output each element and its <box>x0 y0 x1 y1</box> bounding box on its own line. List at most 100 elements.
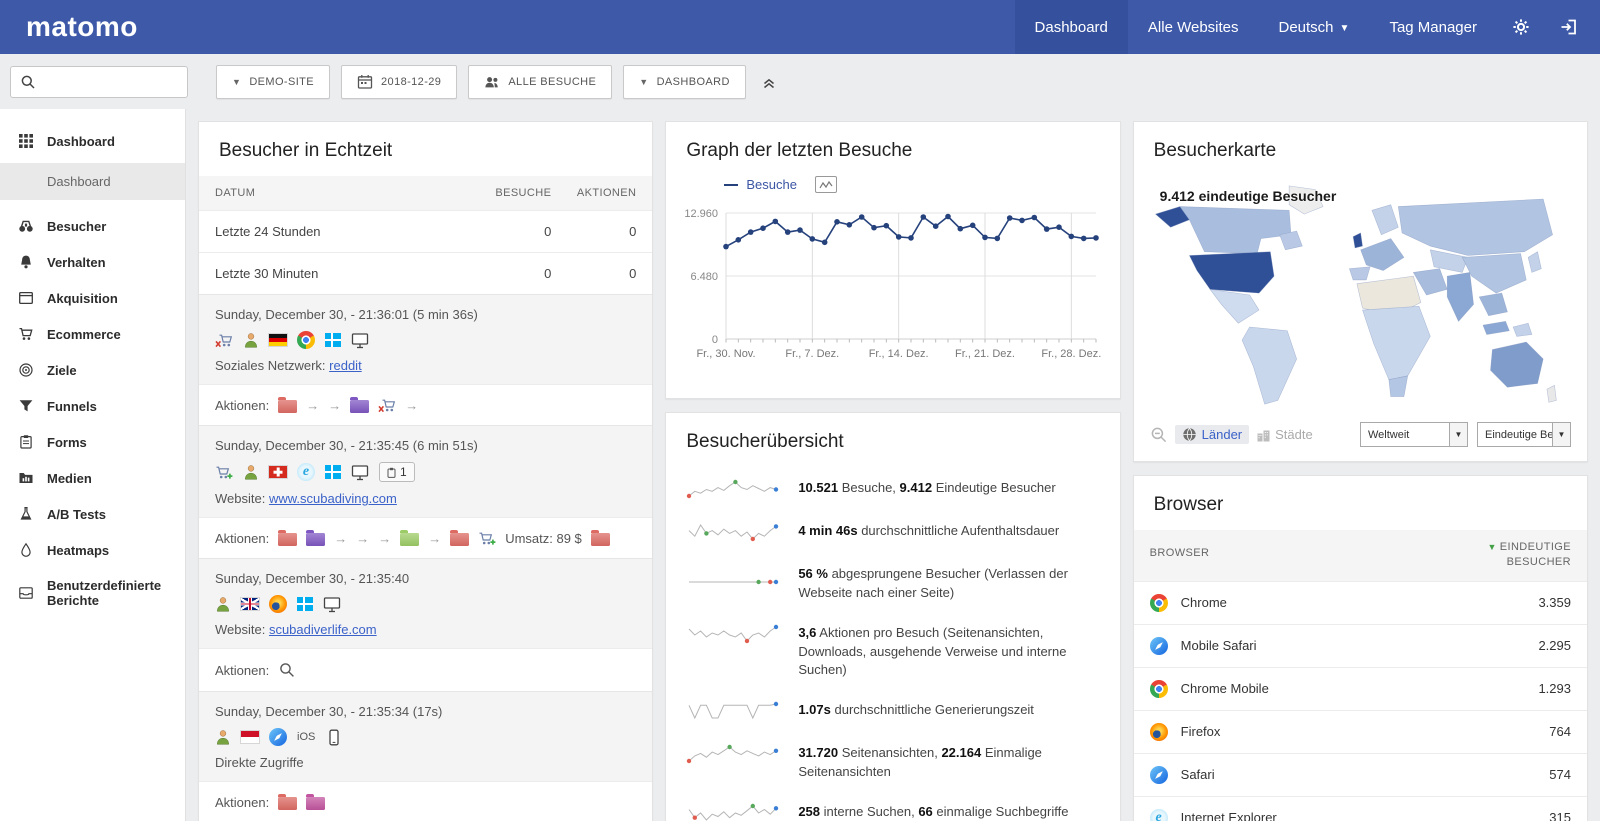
referrer-link[interactable]: reddit <box>329 358 362 373</box>
gear-icon[interactable] <box>1497 0 1545 54</box>
revenue-label: Umsatz: 89 $ <box>505 531 582 546</box>
chevron-down-icon: ▼ <box>1449 423 1467 446</box>
outlink-arrow-icon: → <box>328 398 341 413</box>
visit-datetime: Sunday, December 30, - 21:35:45 (6 min 5… <box>215 438 636 453</box>
sparkline <box>686 477 781 501</box>
visit-actions-row: Aktionen: <box>199 781 652 821</box>
pageview-folder-red-icon <box>591 533 610 546</box>
sidebar-item-ecommerce[interactable]: Ecommerce <box>0 316 185 352</box>
visit-referrer: Website: www.scubadiving.com <box>215 491 636 506</box>
toolbar-button-alle-besuche[interactable]: ALLE BESUCHE <box>468 65 612 99</box>
browser-table-row: Safari 574 <box>1134 753 1587 796</box>
sidebar-subitem-dashboard[interactable]: Dashboard <box>0 163 185 200</box>
matomo-logo[interactable]: matomo <box>0 0 164 54</box>
overview-metric-row: 4 min 46s durchschnittliche Aufenthaltsd… <box>666 510 1119 553</box>
mobile-icon <box>325 729 343 746</box>
svg-text:Fr., 21. Dez.: Fr., 21. Dez. <box>955 348 1015 360</box>
map-region-select[interactable]: Weltweit ▼ <box>1360 422 1468 447</box>
flask-icon <box>18 506 34 522</box>
desktop-icon <box>351 464 369 481</box>
outlink-arrow-icon: → <box>428 531 441 546</box>
toolbar-button-demo-site[interactable]: ▼DEMO-SITE <box>216 65 330 99</box>
sparkline <box>686 520 781 544</box>
sidebar: Dashboard Dashboard BesucherVerhaltenAkqui… <box>0 109 186 821</box>
browser-title: Browser <box>1134 476 1587 530</box>
visit-actions-row: Aktionen: <box>199 648 652 691</box>
map-countries-toggle[interactable]: Länder <box>1175 425 1249 444</box>
person-icon <box>215 596 231 612</box>
visits-line-chart[interactable]: 12.9606.4800Fr., 30. Nov.Fr., 7. Dez.Fr.… <box>666 193 1119 398</box>
cart-converted-icon <box>478 531 496 546</box>
sidebar-item-benutzerdefinierte-berichte[interactable]: Benutzerdefinierte Berichte <box>0 568 185 618</box>
sidebar-item-heatmaps[interactable]: Heatmaps <box>0 532 185 568</box>
legend-label: Besuche <box>746 177 797 192</box>
zoom-out-icon[interactable] <box>1150 426 1168 444</box>
windows-icon <box>325 465 341 479</box>
referrer-link[interactable]: www.scubadiving.com <box>269 491 397 506</box>
signout-icon[interactable] <box>1545 0 1600 54</box>
visit-referrer: Website: scubadiverlife.com <box>215 622 636 637</box>
browser-name: Chrome <box>1181 595 1227 610</box>
map-metric-select[interactable]: Eindeutige Besucher ▼ <box>1477 422 1571 447</box>
actions-label: Aktionen: <box>215 795 269 810</box>
referrer-link[interactable]: scubadiverlife.com <box>269 622 377 637</box>
nav-item-dashboard[interactable]: Dashboard <box>1015 0 1128 54</box>
nav-item-alle-websites[interactable]: Alle Websites <box>1128 0 1259 54</box>
sidebar-item-a-b-tests[interactable]: A/B Tests <box>0 496 185 532</box>
visit-referrer: Soziales Netzwerk: reddit <box>215 358 636 373</box>
svg-text:Fr., 30. Nov.: Fr., 30. Nov. <box>697 348 756 360</box>
firefox-icon <box>1150 723 1168 741</box>
unique-visitors-value: 3.359 <box>1538 595 1571 610</box>
browser-table-header: BROWSER ▼EINDEUTIGE BESUCHER <box>1134 530 1587 581</box>
realtime-summary-row: Letzte 30 Minuten00 <box>199 252 652 294</box>
collapse-dashboard-icon[interactable] <box>761 74 777 90</box>
unique-visitors-value: 315 <box>1549 810 1571 821</box>
sidebar-item-dashboard[interactable]: Dashboard <box>0 123 185 159</box>
visitor-log-entry: Sunday, December 30, - 21:35:45 (6 min 5… <box>199 425 652 517</box>
actions-label: Aktionen: <box>215 663 269 678</box>
realtime-title: Besucher in Echtzeit <box>199 122 652 176</box>
unique-visitors-value: 764 <box>1549 724 1571 739</box>
unique-visitors-col-header[interactable]: ▼EINDEUTIGE BESUCHER <box>1467 540 1571 571</box>
funnel-icon <box>18 398 34 414</box>
search-input[interactable] <box>43 74 178 89</box>
search-box[interactable] <box>10 66 188 98</box>
segment-users-icon <box>484 75 500 89</box>
graph-legend: Besuche <box>724 176 1119 193</box>
visitor-log-entry: Sunday, December 30, - 21:35:34 (17s) iO… <box>199 691 652 781</box>
overview-metric-row: 31.720 Seitenansichten, 22.164 Einmalige… <box>666 732 1119 791</box>
sidebar-item-funnels[interactable]: Funnels <box>0 388 185 424</box>
overview-metric-text: 31.720 Seitenansichten, 22.164 Einmalige… <box>798 741 1099 782</box>
cart-abandoned-icon <box>378 398 396 413</box>
visit-actions-row: Aktionen:→→→ <box>199 384 652 425</box>
realtime-widget: Besucher in Echtzeit DATUMBESUCHEAKTIONE… <box>198 121 653 821</box>
sidebar-item-akquisition[interactable]: Akquisition <box>0 280 185 316</box>
droplet-icon <box>18 542 34 558</box>
sidebar-item-verhalten[interactable]: Verhalten <box>0 244 185 280</box>
pageview-folder-magenta-icon <box>306 797 325 810</box>
nav-item-deutsch[interactable]: Deutsch▼ <box>1259 0 1370 54</box>
browser-col-header[interactable]: BROWSER <box>1150 540 1467 559</box>
world-map[interactable] <box>1148 178 1562 412</box>
nav-item-tag-manager[interactable]: Tag Manager <box>1369 0 1497 54</box>
outlink-arrow-icon: → <box>306 398 319 413</box>
visit-datetime: Sunday, December 30, - 21:36:01 (5 min 3… <box>215 307 636 322</box>
flag-id-icon <box>241 731 259 743</box>
dashboard-grid-icon <box>18 133 34 149</box>
toolbar-button-dashboard[interactable]: ▼DASHBOARD <box>623 65 746 99</box>
site-search-icon <box>278 661 296 679</box>
map-cities-toggle[interactable]: Städte <box>1256 427 1313 442</box>
sidebar-item-ziele[interactable]: Ziele <box>0 352 185 388</box>
sidebar-item-forms[interactable]: Forms <box>0 424 185 460</box>
toolbar-button-2018-12-29[interactable]: 2018-12-29 <box>341 65 457 99</box>
top-navbar: matomo DashboardAlle WebsitesDeutsch▼Tag… <box>0 0 1600 54</box>
browser-table-row: Chrome Mobile 1.293 <box>1134 667 1587 710</box>
sparkline <box>686 801 781 821</box>
export-image-icon[interactable] <box>815 176 837 193</box>
pageview-folder-red-icon <box>278 400 297 413</box>
visitor-overview-widget: Besucherübersicht 10.521 Besuche, 9.412 … <box>665 412 1120 821</box>
sidebar-item-medien[interactable]: Medien <box>0 460 185 496</box>
sidebar-item-besucher[interactable]: Besucher <box>0 208 185 244</box>
navbar-items: DashboardAlle WebsitesDeutsch▼Tag Manage… <box>1015 0 1497 54</box>
pageview-folder-red-icon <box>278 533 297 546</box>
